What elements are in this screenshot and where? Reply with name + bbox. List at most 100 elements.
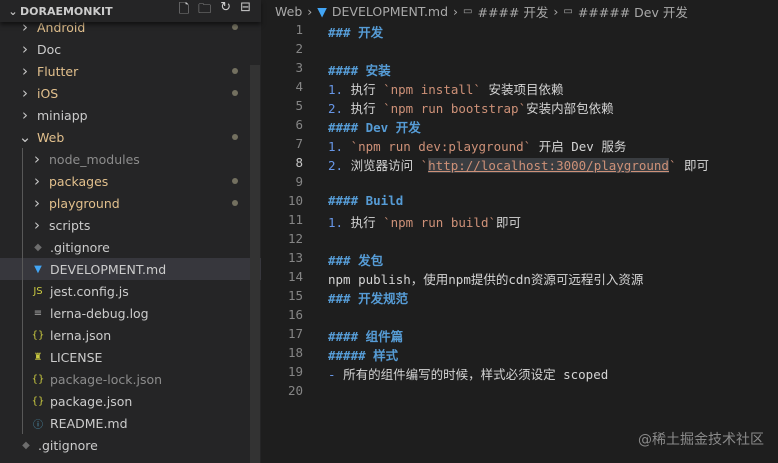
file-type-icon: ≡ xyxy=(33,307,43,319)
token: npm publish，使用npm提供的cdn资源可远程引入资源 xyxy=(328,272,644,287)
line-number: 14 xyxy=(287,269,303,284)
breadcrumb-item[interactable]: #### 开发 xyxy=(477,2,548,21)
symbol-string-icon: ▭ xyxy=(563,5,573,17)
token: 所有的组件编写的时候，样式必须设定 scoped xyxy=(343,367,609,382)
tree-item[interactable]: ▼ DEVELOPMENT.md xyxy=(0,258,261,280)
line-number: 4 xyxy=(295,79,303,94)
tree-item-label: iOS xyxy=(37,85,59,101)
token: 安装内部包依赖 xyxy=(526,101,614,116)
new-file-icon[interactable]: 🗋 xyxy=(179,0,189,22)
token: ### 开发规范 xyxy=(328,291,409,306)
tree-item[interactable]: {} lerna.json xyxy=(0,324,250,346)
link[interactable]: http://localhost:3000/playground xyxy=(428,158,669,173)
tree-item[interactable]: › scripts xyxy=(0,214,250,236)
line-number: 18 xyxy=(287,345,303,360)
explorer-header[interactable]: ⌄ DORAEMONKIT 🗋 🗀 ↻ ⊟ xyxy=(0,0,261,22)
tree-item-label: packages xyxy=(49,173,109,189)
code-line: ### 开发规范 xyxy=(328,288,408,307)
code-line: ### 开发 xyxy=(328,22,383,41)
file-type-icon: ◆ xyxy=(34,241,42,253)
token: ##### 样式 xyxy=(328,348,399,363)
file-type-icon: {} xyxy=(31,329,45,341)
chevron-right-icon: › xyxy=(34,150,40,168)
tree-item[interactable]: ◆ .gitignore xyxy=(0,434,250,456)
tree-item[interactable]: ⌄ Web xyxy=(0,126,250,148)
tree-item[interactable]: JS jest.config.js xyxy=(0,280,250,302)
modified-dot-icon xyxy=(232,178,238,184)
tree-item[interactable]: ♜ LICENSE xyxy=(0,346,250,368)
line-number: 2 xyxy=(295,41,303,56)
code-line: #### Dev 开发 xyxy=(328,117,421,136)
tree-item-label: README.md xyxy=(50,415,128,431)
tree-item-label: node_modules xyxy=(49,151,140,167)
breadcrumb-item[interactable]: ##### Dev 开发 xyxy=(578,2,688,21)
token: 浏览器访问 xyxy=(350,158,421,173)
watermark: @稀土掘金技术社区 xyxy=(638,432,764,448)
tree-item-label: package.json xyxy=(50,393,133,409)
code-line: ##### 样式 xyxy=(328,345,398,364)
token: #### 组件篇 xyxy=(328,329,404,344)
tree-item[interactable]: ≡ lerna-debug.log xyxy=(0,302,250,324)
tree-item-label: Flutter xyxy=(37,63,79,79)
tree-item[interactable]: › packages xyxy=(0,170,250,192)
tree-item[interactable]: › playground xyxy=(0,192,250,214)
file-type-icon: {} xyxy=(31,373,45,385)
tree-item[interactable]: › node_modules xyxy=(0,148,250,170)
chevron-right-icon: › xyxy=(34,216,40,234)
tree-item[interactable]: › iOS xyxy=(0,82,250,104)
code-line: 1. 执行 `npm run build`即可 xyxy=(328,212,521,231)
markdown-icon: ▼ xyxy=(317,3,327,19)
modified-dot-icon xyxy=(232,200,238,206)
chevron-right-icon: › xyxy=(553,3,559,19)
line-number: 7 xyxy=(295,136,303,151)
modified-dot-icon xyxy=(232,134,238,140)
breadcrumb-item[interactable]: Web xyxy=(275,4,302,19)
line-number: 19 xyxy=(287,364,303,379)
line-number: 5 xyxy=(295,98,303,113)
tree-item[interactable]: ⓘ README.md xyxy=(0,412,250,434)
token: 安装项目依赖 xyxy=(480,82,564,97)
chevron-down-icon: ⌄ xyxy=(18,128,32,146)
chevron-down-icon[interactable]: ⌄ xyxy=(6,5,20,18)
token: ### 发包 xyxy=(328,253,384,268)
code-line: 2. 执行 `npm run bootstrap`安装内部包依赖 xyxy=(328,98,614,117)
code-line: 1. 执行 `npm install` 安装项目依赖 xyxy=(328,79,563,98)
tree-item[interactable]: ◆ .gitignore xyxy=(0,236,250,258)
chevron-right-icon: › xyxy=(22,62,28,80)
tree-item[interactable]: {} package.json xyxy=(0,390,250,412)
refresh-icon[interactable]: ↻ xyxy=(220,0,231,22)
line-number: 9 xyxy=(295,174,303,189)
tree-item[interactable]: › miniapp xyxy=(0,104,250,126)
new-folder-icon[interactable]: 🗀 xyxy=(198,0,211,22)
code-line: ### 发包 xyxy=(328,250,383,269)
token: `npm run bootstrap` xyxy=(383,101,527,116)
code-line: #### Build xyxy=(328,193,403,208)
line-number: 11 xyxy=(287,212,303,227)
sidebar-scrollbar[interactable] xyxy=(250,65,260,463)
tree-item-label: scripts xyxy=(49,217,91,233)
tree-item-label: playground xyxy=(49,195,120,211)
tree-item[interactable]: › Flutter xyxy=(0,60,250,82)
line-number: 8 xyxy=(295,155,303,170)
workspace-title: DORAEMONKIT xyxy=(20,4,113,18)
breadcrumb: Web › ▼ DEVELOPMENT.md › ▭ #### 开发 › ▭ ####… xyxy=(261,0,778,22)
line-number: 15 xyxy=(287,288,303,303)
tree-item[interactable]: {} package-lock.json xyxy=(0,368,250,390)
breadcrumb-item[interactable]: DEVELOPMENT.md xyxy=(332,4,448,19)
tree-item[interactable]: › Doc xyxy=(0,38,250,60)
chevron-right-icon: › xyxy=(307,3,313,19)
token: 执行 xyxy=(350,215,384,230)
token: #### 安装 xyxy=(328,63,391,78)
line-number: 12 xyxy=(287,231,303,246)
token: #### Dev 开发 xyxy=(328,120,421,135)
token: `npm install` xyxy=(383,82,481,97)
line-number: 10 xyxy=(287,193,303,208)
token: ` xyxy=(668,158,677,173)
line-number: 3 xyxy=(295,60,303,75)
collapse-all-icon[interactable]: ⊟ xyxy=(240,0,251,22)
token: 即可 xyxy=(676,158,710,173)
file-type-icon: JS xyxy=(33,285,43,297)
line-number: 1 xyxy=(295,22,303,37)
explorer-sidebar: ⌄ DORAEMONKIT 🗋 🗀 ↻ ⊟ › Android › Doc › Flutt… xyxy=(0,0,261,463)
code-line: 1. `npm run dev:playground` 开启 Dev 服务 xyxy=(328,136,626,155)
